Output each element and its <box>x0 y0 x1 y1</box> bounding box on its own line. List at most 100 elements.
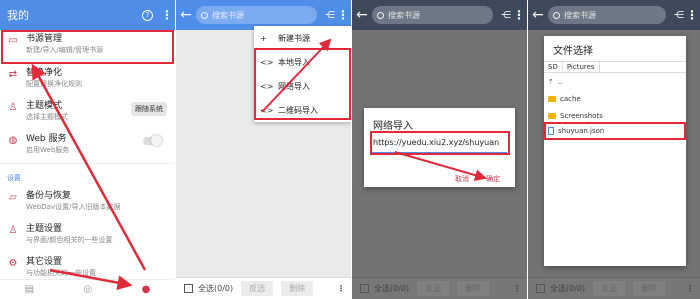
menu-item-backup[interactable]: ▱ 备份与恢复 WebDav设置/导入旧版本数据 <box>0 190 175 213</box>
file-name: Screenshots <box>560 112 603 120</box>
search-placeholder: 搜索书源 <box>212 10 244 20</box>
back-arrow-icon[interactable]: ← <box>176 7 196 23</box>
delete-button[interactable]: 删除 <box>633 281 666 296</box>
shirt-icon: ♙ <box>8 102 18 113</box>
app-bar: ← 搜索书源 ⋲ ⋮ <box>528 0 700 30</box>
search-input[interactable]: 搜索书源 <box>196 6 317 24</box>
item-subtitle: 启用Web服务 <box>26 146 70 154</box>
settings-section-label: 设置 <box>7 174 21 182</box>
more-options-icon[interactable]: ⋮ <box>513 284 521 293</box>
ok-button[interactable]: 确定 <box>486 174 500 184</box>
menu-item-other-settings[interactable]: ⚙ 其它设置 与功能相关的一些设置 <box>0 256 175 279</box>
delete-button[interactable]: 删除 <box>457 281 490 296</box>
select-all-label: 全选(0/0) <box>550 284 586 293</box>
more-options-icon[interactable]: ⋮ <box>161 9 173 21</box>
search-input[interactable]: 搜索书源 <box>372 6 493 24</box>
share-icon[interactable]: ⋲ <box>672 10 686 21</box>
app-bar: ← 搜索书源 ⋲ ⋮ <box>352 0 527 30</box>
import-options-highlight <box>254 48 351 120</box>
gear-icon: ⚙ <box>8 258 18 269</box>
path-tab-pictures[interactable]: Pictures <box>563 62 600 72</box>
profile-nav-icon[interactable]: ● <box>142 284 151 295</box>
item-subtitle: 与功能相关的一些设置 <box>26 269 96 277</box>
search-placeholder: 搜索书源 <box>388 10 420 20</box>
select-all-checkbox[interactable] <box>184 284 193 293</box>
file-name: cache <box>560 95 581 103</box>
share-icon[interactable]: ⋲ <box>499 10 513 21</box>
item-title: 替换净化 <box>26 68 63 78</box>
search-icon <box>201 11 208 19</box>
divider <box>0 163 175 164</box>
selection-bar: 全选(0/0) 反选 删除 ⋮ <box>176 277 351 299</box>
dialog-title: 文件选择 <box>553 46 593 57</box>
book-source-panel: ← 搜索书源 ⋲ ⋮ + 新建书源 <> 本地导入 <> 网络导入 <> 二维码… <box>176 0 351 299</box>
item-title: 书源管理 <box>26 34 63 44</box>
file-name: .. <box>557 78 563 86</box>
share-icon[interactable]: ⋲ <box>323 10 337 21</box>
globe-icon: ◍ <box>8 135 18 146</box>
bookshelf-nav-icon[interactable]: ▤ <box>25 284 34 295</box>
search-icon <box>553 11 560 19</box>
invert-selection-button[interactable]: 反选 <box>241 281 274 296</box>
replace-icon: ⇄ <box>8 69 18 80</box>
more-options-icon[interactable]: ⋮ <box>686 9 698 21</box>
dialog-title: 网络导入 <box>373 121 413 132</box>
path-tab-sd[interactable]: SD <box>544 62 563 72</box>
app-bar: 我的 ? ⋮ <box>0 0 175 30</box>
shirt-icon: ♙ <box>8 225 18 236</box>
web-service-toggle[interactable] <box>143 135 162 146</box>
book-icon: ▭ <box>8 35 18 46</box>
menu-item-book-source[interactable]: ▭ 书源管理 新建/导入/编辑/管理书源 <box>0 33 175 56</box>
more-options-icon[interactable]: ⋮ <box>337 9 349 21</box>
selection-bar: 全选(0/0) 反选 删除 ⋮ <box>528 277 700 299</box>
select-all-checkbox[interactable] <box>536 284 545 293</box>
plus-icon: + <box>260 33 267 43</box>
folder-icon <box>548 113 556 119</box>
url-highlight <box>370 131 510 155</box>
more-options-icon[interactable]: ⋮ <box>337 284 345 293</box>
file-row-screenshots[interactable]: Screenshots <box>548 112 603 120</box>
path-breadcrumb: SD Pictures <box>544 61 686 73</box>
file-chooser-panel: ← 搜索书源 ⋲ ⋮ 文件选择 SD Pictures ⇡ .. cache S… <box>528 0 700 299</box>
discover-nav-icon[interactable]: ◎ <box>83 284 92 295</box>
back-arrow-icon[interactable]: ← <box>528 7 548 23</box>
more-options-icon[interactable]: ⋮ <box>686 284 694 293</box>
menu-item-new-source[interactable]: + 新建书源 <box>254 26 351 50</box>
menu-label: 新建书源 <box>278 33 310 43</box>
my-page-panel: 我的 ? ⋮ ▭ 书源管理 新建/导入/编辑/管理书源 ⇄ 替换净化 配置替换净… <box>0 0 175 299</box>
menu-item-web-service[interactable]: ◍ Web 服务 启用Web服务 <box>0 133 175 156</box>
selection-bar: 全选(0/0) 反选 删除 ⋮ <box>352 277 527 299</box>
menu-item-replace[interactable]: ⇄ 替换净化 配置替换净化规则 <box>0 67 175 90</box>
back-arrow-icon[interactable]: ← <box>352 7 372 23</box>
cancel-button[interactable]: 取消 <box>455 174 469 184</box>
theme-mode-badge[interactable]: 跟随系统 <box>131 102 167 116</box>
folder-icon: ▱ <box>9 192 17 203</box>
select-all-checkbox[interactable] <box>360 284 369 293</box>
search-icon <box>377 11 384 19</box>
help-icon[interactable]: ? <box>142 9 153 21</box>
item-title: 其它设置 <box>26 257 63 267</box>
menu-item-theme-settings[interactable]: ♙ 主题设置 与界面/颜色相关的一些设置 <box>0 223 175 246</box>
file-highlight <box>544 122 686 140</box>
network-import-panel: ← 搜索书源 ⋲ ⋮ 网络导入 https://yuedu.xiu2.xyz/s… <box>352 0 527 299</box>
search-placeholder: 搜索书源 <box>564 10 596 20</box>
item-subtitle: 配置替换净化规则 <box>26 80 82 88</box>
file-row-cache[interactable]: cache <box>548 95 581 103</box>
select-all-label: 全选(0/0) <box>198 284 234 293</box>
invert-selection-button[interactable]: 反选 <box>593 281 626 296</box>
item-title: 备份与恢复 <box>26 191 72 201</box>
more-options-icon[interactable]: ⋮ <box>513 9 525 21</box>
file-row-parent[interactable]: ⇡ .. <box>548 78 562 86</box>
page-title: 我的 <box>7 9 29 22</box>
item-subtitle: 新建/导入/编辑/管理书源 <box>26 46 104 54</box>
parent-folder-icon: ⇡ <box>548 78 554 86</box>
search-input[interactable]: 搜索书源 <box>548 6 666 24</box>
item-subtitle: WebDav设置/导入旧版本数据 <box>26 203 121 211</box>
delete-button[interactable]: 删除 <box>281 281 314 296</box>
folder-icon <box>548 96 556 102</box>
bottom-navigation: ▤ ◎ ● <box>0 279 175 299</box>
menu-item-theme-mode[interactable]: ♙ 主题模式 选择主题模式 跟随系统 <box>0 100 175 123</box>
invert-selection-button[interactable]: 反选 <box>417 281 450 296</box>
select-all-label: 全选(0/0) <box>374 284 410 293</box>
item-subtitle: 与界面/颜色相关的一些设置 <box>26 236 113 244</box>
